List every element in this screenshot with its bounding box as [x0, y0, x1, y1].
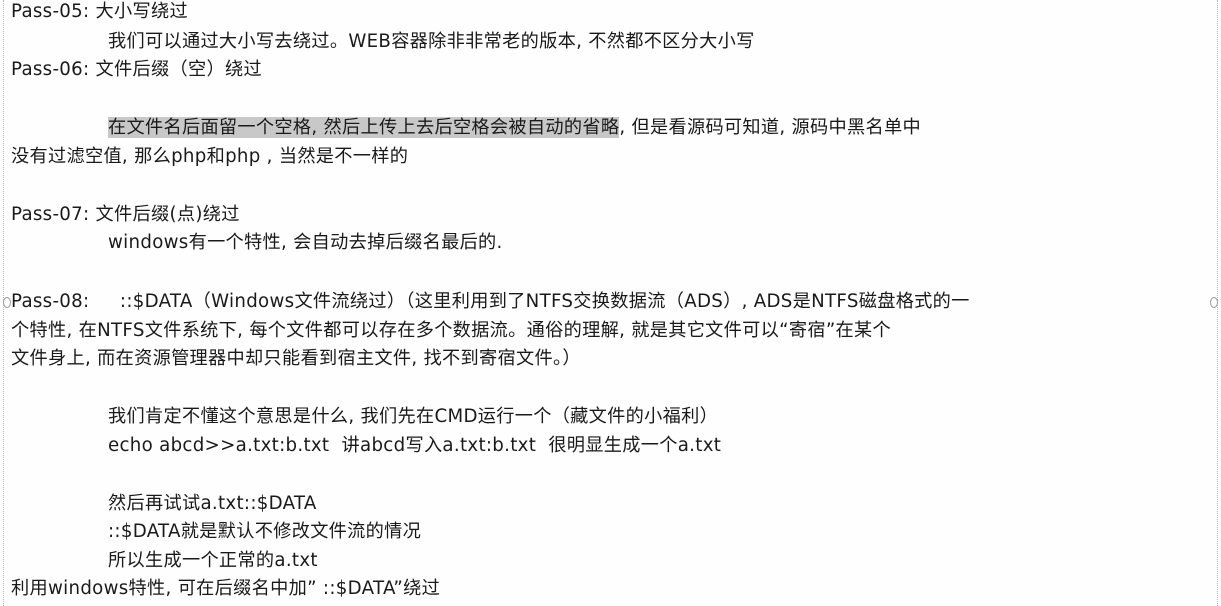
- pass-08-data-meaning: ::$DATA就是默认不修改文件流的情况: [108, 521, 422, 542]
- heading-pass-07: Pass-07: 文件后缀(点)绕过: [11, 204, 240, 225]
- resize-handle-right-icon[interactable]: [1210, 297, 1218, 308]
- page-left-border: [3, 0, 11, 606]
- heading-pass-05: Pass-05: 大小写绕过: [11, 1, 188, 22]
- heading-pass-06: Pass-06: 文件后缀（空）绕过: [11, 59, 262, 80]
- page-right-border: [1210, 0, 1218, 606]
- pass-08-cmd-example: echo abcd>>a.txt:b.txt 讲abcd写入a.txt:b.tx…: [108, 435, 722, 456]
- resize-handle-left-icon[interactable]: [3, 297, 11, 308]
- pass-08-summary: 利用windows特性, 可在后缀名中加” ::$DATA”绕过: [11, 578, 441, 599]
- document-page: Pass-05: 大小写绕过 我们可以通过大小写去绕过。WEB容器除非非常老的版…: [0, 0, 1221, 606]
- pass-06-description-rest: , 但是看源码可知道, 源码中黑名单中: [619, 117, 921, 138]
- pass-08-try-data: 然后再试试a.txt::$DATA: [108, 493, 317, 514]
- pass-06-description-line-2: 没有过滤空值, 那么php和php , 当然是不一样的: [11, 146, 409, 167]
- pass-06-description-line-1: 在文件名后面留一个空格, 然后上传上去后空格会被自动的省略, 但是看源码可知道,…: [108, 116, 921, 140]
- pass-08-result: 所以生成一个正常的a.txt: [108, 550, 318, 571]
- heading-pass-08: Pass-08: ::$DATA（Windows文件流绕过）（这里利用到了NTF…: [11, 291, 970, 312]
- selected-text[interactable]: 在文件名后面留一个空格, 然后上传上去后空格会被自动的省略: [108, 117, 620, 138]
- pass-07-description: windows有一个特性, 会自动去掉后缀名最后的.: [108, 232, 503, 253]
- pass-08-description-line-2: 个特性, 在NTFS文件系统下, 每个文件都可以存在多个数据流。通俗的理解, 就…: [11, 320, 892, 341]
- pass-08-cmd-intro: 我们肯定不懂这个意思是什么, 我们先在CMD运行一个（藏文件的小福利）: [108, 406, 719, 427]
- pass-05-description: 我们可以通过大小写去绕过。WEB容器除非非常老的版本, 不然都不区分大小写: [108, 31, 755, 52]
- pass-08-description-line-3: 文件身上, 而在资源管理器中却只能看到宿主文件, 找不到寄宿文件。）: [11, 348, 581, 369]
